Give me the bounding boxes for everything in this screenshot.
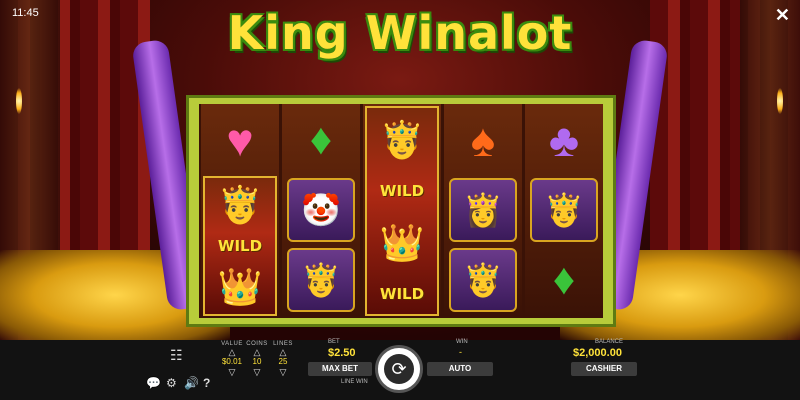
jester-card: 🤡 xyxy=(287,178,355,242)
symbol-king-face: 🤴 xyxy=(527,176,601,244)
win-display: - xyxy=(459,347,462,357)
queen-icon: 👸 xyxy=(463,192,503,228)
settings-icon[interactable]: ⚙ xyxy=(166,376,177,390)
crown-icon: 👑 xyxy=(379,221,425,263)
lines-down-button[interactable]: ▽ xyxy=(272,367,294,377)
help-icon[interactable]: ? xyxy=(203,376,210,390)
bet-display: $2.50 xyxy=(328,347,356,359)
line-win-label: LINE WIN xyxy=(341,379,368,385)
symbol-king-face: 🤴 xyxy=(284,246,358,314)
status-time: 11:45 xyxy=(12,7,39,19)
chat-icon[interactable]: 💬 xyxy=(146,376,161,390)
balance-label: BALANCE xyxy=(595,339,624,345)
game-logo: King Winalot xyxy=(227,6,573,60)
king-icon: 🤴 xyxy=(301,262,341,298)
max-bet-button[interactable]: MAX BET xyxy=(308,362,372,376)
reel-frame: ♥ 🤴 WILD 👑 ♦ 🤡 🤴 🤴 WILD 👑 WILD ♠ 👸 🤴 ♣ 🤴… xyxy=(186,95,616,327)
diamond-icon: ♦ xyxy=(552,255,576,304)
spade-icon: ♠ xyxy=(470,114,496,166)
diamond-icon: ♦ xyxy=(309,115,333,164)
right-candle-icon xyxy=(777,88,783,114)
reel-5: ♣ 🤴 ♦ xyxy=(525,104,603,318)
symbol-wild-king: 🤴 WILD 👑 xyxy=(203,176,277,316)
value-control: VALUE △ $0.01 ▽ xyxy=(220,340,244,377)
coins-down-button[interactable]: ▽ xyxy=(246,367,268,377)
spin-button[interactable]: ⟳ xyxy=(375,345,423,393)
symbol-spade: ♠ xyxy=(446,106,520,174)
jester-icon: 🤡 xyxy=(301,192,341,228)
symbol-club: ♣ xyxy=(527,106,601,174)
coins-display: 10 xyxy=(252,357,262,366)
heart-icon: ♥ xyxy=(226,114,254,166)
queen-card: 👸 xyxy=(449,178,517,242)
king-card: 🤴 xyxy=(287,248,355,312)
spin-icon: ⟳ xyxy=(384,354,414,384)
reel-1: ♥ 🤴 WILD 👑 xyxy=(201,104,279,318)
paytable-icon[interactable]: ☷ xyxy=(170,347,183,364)
value-display: $0.01 xyxy=(221,357,243,366)
lines-control: LINES △ 25 ▽ xyxy=(272,340,294,377)
king-icon: 🤴 xyxy=(217,183,263,225)
king-card: 🤴 xyxy=(449,248,517,312)
value-up-button[interactable]: △ xyxy=(220,347,244,357)
king-icon: 🤴 xyxy=(463,262,503,298)
symbol-queen: 👸 xyxy=(446,176,520,244)
coins-up-button[interactable]: △ xyxy=(246,347,268,357)
symbol-heart: ♥ xyxy=(203,106,277,174)
king-icon: 🤴 xyxy=(544,192,584,228)
lines-up-button[interactable]: △ xyxy=(272,347,294,357)
win-label: WIN xyxy=(456,339,468,345)
reel-window: ♥ 🤴 WILD 👑 ♦ 🤡 🤴 🤴 WILD 👑 WILD ♠ 👸 🤴 ♣ 🤴… xyxy=(199,104,603,318)
symbol-jester: 🤡 xyxy=(284,176,358,244)
cashier-button[interactable]: CASHIER xyxy=(571,362,637,376)
wild-label: WILD xyxy=(217,236,263,255)
bet-label: BET xyxy=(328,339,340,345)
value-down-button[interactable]: ▽ xyxy=(220,367,244,377)
auto-button[interactable]: AUTO xyxy=(427,362,493,376)
king-icon: 🤴 xyxy=(379,118,425,160)
left-candle-icon xyxy=(16,88,22,114)
club-icon: ♣ xyxy=(548,114,580,166)
reel-2: ♦ 🤡 🤴 xyxy=(282,104,360,318)
lines-display: 25 xyxy=(278,357,288,366)
symbol-diamond: ♦ xyxy=(284,106,358,174)
symbol-wild-king-full: 🤴 WILD 👑 WILD xyxy=(365,106,439,316)
coins-control: COINS △ 10 ▽ xyxy=(246,340,268,377)
reel-3: 🤴 WILD 👑 WILD xyxy=(363,104,441,318)
symbol-diamond: ♦ xyxy=(527,246,601,314)
wild-label: WILD xyxy=(379,182,425,201)
balance-display: $2,000.00 xyxy=(573,347,622,359)
king-card: 🤴 xyxy=(530,178,598,242)
wild-label: WILD xyxy=(379,285,425,304)
reel-4: ♠ 👸 🤴 xyxy=(444,104,522,318)
crown-icon: 👑 xyxy=(217,266,263,308)
symbol-king-face: 🤴 xyxy=(446,246,520,314)
sound-icon[interactable]: 🔊 xyxy=(184,376,199,390)
close-icon[interactable]: ✕ xyxy=(775,5,790,26)
